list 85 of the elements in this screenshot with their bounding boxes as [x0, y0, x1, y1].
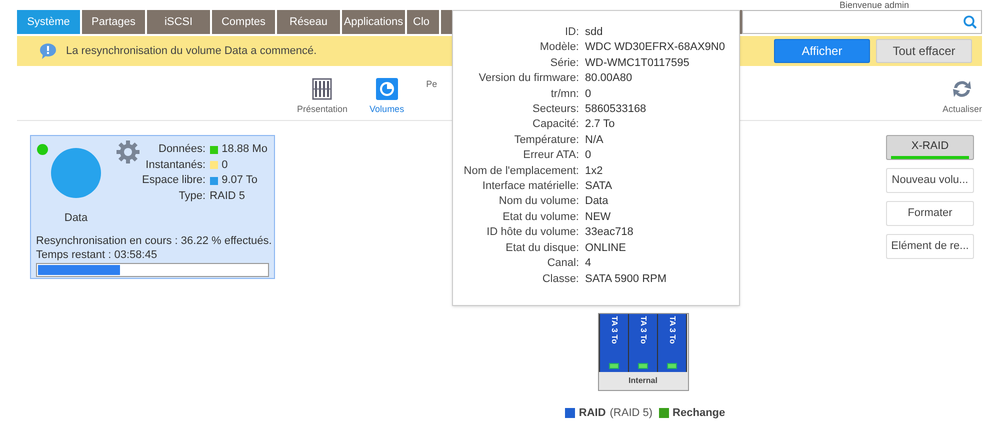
led-icon: [609, 363, 619, 369]
notification-message: La resynchronisation du volume Data a commencé.: [66, 44, 317, 59]
info-value: ONLINE: [585, 240, 627, 256]
legend-label: Rechange: [672, 406, 726, 421]
info-label: Température:: [513, 132, 579, 148]
info-label: Canal:: [546, 256, 579, 272]
stat-value: 18.88 Mo: [222, 142, 268, 157]
stat-label: Type:: [178, 188, 206, 204]
disk-label: TA 3 To: [668, 316, 676, 344]
disk-bay[interactable]: TA 3 To: [600, 314, 628, 372]
led-icon: [667, 363, 677, 369]
disk-bay[interactable]: TA 3 To: [629, 314, 657, 372]
led-icon: [638, 363, 648, 369]
xraid-button[interactable]: X-RAID: [886, 135, 974, 160]
nav-tab[interactable]: Système: [17, 10, 80, 34]
info-value: N/A: [585, 132, 604, 148]
subnav-tab[interactable]: Volumes: [370, 78, 404, 120]
enclosure-label: Internal: [628, 375, 658, 387]
nav-tab[interactable]: Partages: [82, 10, 145, 34]
info-label: Erreur ATA:: [522, 148, 579, 164]
volume-name: Data: [64, 211, 88, 226]
speech-bubble-icon: [39, 43, 57, 59]
search-icon: [963, 15, 977, 29]
info-label: Capacité:: [532, 117, 579, 132]
info-label: Interface matérielle:: [481, 179, 579, 194]
nav-tab[interactable]: Réseau: [277, 10, 340, 34]
subnav-tab[interactable]: Présentation: [297, 78, 348, 120]
info-value: Data: [585, 194, 610, 210]
notification-button[interactable]: Tout effacer: [876, 39, 972, 63]
info-value: SATA: [585, 179, 614, 194]
notification-button[interactable]: Afficher: [774, 39, 870, 63]
stat-label: Instantanés:: [144, 158, 206, 172]
info-value: NEW: [585, 210, 612, 225]
search-field[interactable]: [742, 10, 982, 34]
info-label: ID:: [564, 25, 579, 40]
info-value: 33eac718: [585, 225, 634, 240]
info-label: Etat du disque:: [504, 240, 579, 256]
info-value: sdd: [585, 25, 604, 40]
action-button[interactable]: Nouveau volu...: [886, 168, 974, 193]
info-value: 80.00A80: [585, 71, 634, 86]
info-label: Série:: [549, 56, 579, 71]
info-label: Version du firmware:: [478, 71, 579, 86]
legend-detail: (RAID 5): [610, 406, 653, 421]
legend-label: RAID: [578, 406, 606, 421]
disk-label: TA 3 To: [639, 316, 647, 344]
volume-pie-chart: [51, 148, 101, 198]
nav-tab[interactable]: Clo: [407, 10, 439, 34]
stat-label: Espace libre:: [142, 173, 206, 188]
info-value: 1x2: [585, 164, 604, 179]
subnav-tab[interactable]: Pe: [426, 78, 438, 120]
info-value: 2.7 To: [585, 117, 616, 132]
action-button[interactable]: Elément de re...: [886, 234, 974, 259]
info-label: Classe:: [541, 272, 579, 286]
disk-bay[interactable]: TA 3 To: [658, 314, 686, 372]
stat-label: Données:: [158, 142, 206, 157]
nav-tab[interactable]: Comptes: [212, 10, 275, 34]
info-label: tr/mn:: [550, 86, 579, 102]
info-label: Secteurs:: [532, 102, 579, 118]
info-value: 5860533168: [585, 102, 648, 118]
remaining-time: Temps restant : 03:58:45: [36, 248, 158, 262]
info-label: Etat du volume:: [502, 210, 579, 225]
info-value: WD-WMC1T0117595: [585, 56, 690, 71]
gear-icon[interactable]: [116, 140, 140, 164]
info-value: SATA 5900 RPM: [585, 272, 668, 286]
stat-value: 9.07 To: [222, 173, 258, 188]
info-label: Nom de l'emplacement:: [462, 164, 579, 179]
volume-card[interactable]: Data Données: 18.88 Mo Instantanés: 0 Espace libre: 9.07 To Type: RAID 5 Resynchronisation en cours : 36.22 % effectués. Temps restant : 03:58:45: [30, 135, 275, 279]
refresh-button[interactable]: Actualiser: [942, 78, 982, 120]
welcome-text: Bienvenue admin: [839, 0, 909, 10]
info-value: WDC WD30EFRX-68AX9N0: [585, 40, 726, 56]
stat-value: 0: [222, 158, 228, 172]
stat-value: RAID 5: [210, 188, 246, 204]
info-value: 0: [585, 148, 592, 164]
info-label: Modèle:: [538, 40, 579, 56]
pie-chart-icon: [376, 78, 398, 100]
nav-tab[interactable]: iSCSI: [147, 10, 210, 34]
grid-icon: [312, 78, 332, 100]
resync-status: Resynchronisation en cours : 36.22 % effectués.: [36, 234, 269, 248]
action-button[interactable]: Formater: [886, 201, 974, 226]
nav-tab[interactable]: Applications: [342, 10, 405, 34]
info-value: 4: [585, 256, 592, 272]
info-value: 0: [585, 86, 592, 102]
disk-label: TA 3 To: [610, 316, 618, 344]
info-label: Nom du volume:: [498, 194, 579, 210]
info-label: ID hôte du volume:: [486, 225, 579, 240]
